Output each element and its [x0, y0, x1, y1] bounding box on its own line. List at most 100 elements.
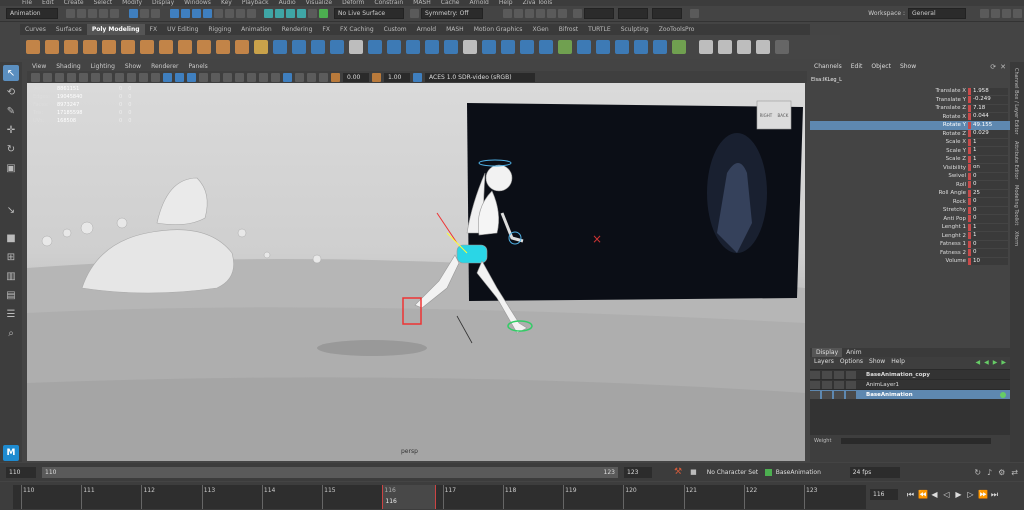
current-frame-marker[interactable]: 116: [382, 485, 437, 509]
shelf-tab-rigging[interactable]: Rigging: [203, 24, 236, 35]
gamma-field[interactable]: 1.00: [384, 72, 410, 82]
select-hierarchy-icon[interactable]: [129, 9, 138, 18]
channel-value-field[interactable]: 1.958: [971, 87, 1008, 95]
channelbox-icon-1[interactable]: ⟳: [990, 63, 996, 71]
channel-value-field[interactable]: 1: [971, 147, 1008, 155]
channel-name[interactable]: Scale Z: [810, 156, 968, 162]
target-weld-icon[interactable]: [558, 40, 572, 54]
outliner-icon[interactable]: ☰: [3, 306, 19, 322]
poly-sphere-icon[interactable]: [26, 40, 40, 54]
shelf-tab-bifrost[interactable]: Bifrost: [554, 24, 583, 35]
channel-row[interactable]: Rotate X 0.044: [810, 113, 1010, 122]
auto-key-icon[interactable]: ⚒: [674, 467, 682, 477]
layer-menu-help[interactable]: Help: [891, 357, 905, 367]
channel-name[interactable]: Rotate X: [810, 114, 968, 120]
channel-name[interactable]: Swivel: [810, 173, 968, 179]
channel-value-field[interactable]: 0: [971, 198, 1008, 206]
symmetry-dropdown[interactable]: Symmetry: Off: [421, 8, 483, 19]
solo-icon[interactable]: [822, 390, 832, 399]
layer-nav-icon-1[interactable]: ◀: [976, 359, 981, 366]
smooth-icon[interactable]: [311, 40, 325, 54]
channel-row[interactable]: Fatness 20: [810, 249, 1010, 258]
channel-value-field[interactable]: -0.249: [971, 96, 1008, 104]
panel-toggle-icon-2[interactable]: [1002, 9, 1011, 18]
z-field[interactable]: [652, 8, 682, 19]
film-gate-icon[interactable]: [91, 72, 100, 82]
make-hole-icon[interactable]: [463, 40, 477, 54]
shelf-tab-motion-graphics[interactable]: Motion Graphics: [469, 24, 528, 35]
move-tool-icon[interactable]: ✛: [3, 122, 19, 138]
mask-icon-1[interactable]: [170, 9, 179, 18]
mask-icon-6[interactable]: [225, 9, 234, 18]
channel-menu-object[interactable]: Object: [871, 62, 891, 72]
audio-icon[interactable]: ♪: [987, 468, 992, 477]
auto-uv-icon[interactable]: [653, 40, 667, 54]
offset-edge-loop-icon[interactable]: [539, 40, 553, 54]
solo-icon[interactable]: [822, 380, 832, 389]
channel-value-field[interactable]: 1: [971, 138, 1008, 146]
poly-pipe-icon[interactable]: [197, 40, 211, 54]
playback-range-slider[interactable]: 110 123: [42, 466, 618, 478]
play-backwards-icon[interactable]: ◁: [942, 490, 951, 499]
channel-row[interactable]: Swivel 0: [810, 172, 1010, 181]
render-view-icon[interactable]: [558, 9, 567, 18]
shelf-tab-poly-modeling[interactable]: Poly Modeling: [86, 24, 145, 35]
channel-value-field[interactable]: 49.155: [971, 121, 1008, 129]
svg-icon[interactable]: [254, 40, 268, 54]
panel-menu-lighting[interactable]: Lighting: [91, 62, 115, 71]
channel-row[interactable]: Stretchy 0: [810, 206, 1010, 215]
channelbox-icon-2[interactable]: ✕: [1000, 63, 1006, 71]
channel-name[interactable]: Scale Y: [810, 148, 968, 154]
channel-name[interactable]: Stretchy: [810, 207, 968, 213]
side-tab[interactable]: Channel Box / Layer Editor: [1013, 68, 1019, 135]
anim-layer-name[interactable]: BaseAnimation: [866, 392, 1000, 398]
mute-icon[interactable]: [834, 370, 844, 379]
anim-layer-row[interactable]: BaseAnimation_copy: [810, 369, 1010, 379]
select-tool-icon[interactable]: ↖: [3, 65, 19, 81]
step-forward-key-icon[interactable]: ⏩: [978, 490, 988, 499]
redo-icon[interactable]: [110, 9, 119, 18]
channel-name[interactable]: Translate Z: [810, 105, 968, 111]
bookmark-icon[interactable]: [55, 72, 64, 82]
maya-logo-icon[interactable]: M: [3, 445, 19, 461]
planar-uv-icon[interactable]: [634, 40, 648, 54]
shelf-tab-sculpting[interactable]: Sculpting: [616, 24, 654, 35]
side-tab[interactable]: Modeling Toolkit: [1013, 185, 1019, 225]
insert-edge-loop-icon[interactable]: [520, 40, 534, 54]
go-to-start-icon[interactable]: ⏮: [906, 490, 915, 499]
current-time-field[interactable]: 116: [870, 489, 898, 500]
channel-menu-show[interactable]: Show: [900, 62, 916, 72]
super-shape-icon[interactable]: [178, 40, 192, 54]
field-chart-icon[interactable]: [127, 72, 136, 82]
channel-menu-edit[interactable]: Edit: [851, 62, 863, 72]
curve-tool-icon[interactable]: [699, 40, 713, 54]
menuset-dropdown[interactable]: Animation: [6, 8, 58, 19]
mask-icon-8[interactable]: [247, 9, 256, 18]
ep-curve-icon[interactable]: [718, 40, 732, 54]
channel-row[interactable]: Lenght 11: [810, 223, 1010, 232]
viewcube[interactable]: RIGHT BACK: [757, 101, 791, 129]
collapse-icon[interactable]: [577, 40, 591, 54]
lock-icon[interactable]: [810, 390, 820, 399]
bridge-icon[interactable]: [387, 40, 401, 54]
camera-icon[interactable]: [31, 72, 40, 82]
channel-value-field[interactable]: 0.044: [971, 113, 1008, 121]
channel-row[interactable]: Translate Y -0.249: [810, 96, 1010, 105]
layer-nav-icon-3[interactable]: ▶: [993, 359, 998, 366]
key-icon[interactable]: ■: [690, 468, 697, 476]
channel-name[interactable]: Fatness 1: [810, 241, 968, 247]
append-icon[interactable]: [425, 40, 439, 54]
channel-name[interactable]: Roll Angle: [810, 190, 968, 196]
camera-attr-icon[interactable]: [43, 72, 52, 82]
channel-row[interactable]: Scale Y1: [810, 147, 1010, 156]
xray-icon[interactable]: [295, 72, 304, 82]
channel-value-field[interactable]: 1: [971, 155, 1008, 163]
lock-icon[interactable]: [810, 380, 820, 389]
channel-name[interactable]: Rock: [810, 199, 968, 205]
mirror-icon[interactable]: [349, 40, 363, 54]
select-object-icon[interactable]: [140, 9, 149, 18]
channel-name[interactable]: Roll: [810, 182, 968, 188]
channel-name[interactable]: Lenght 2: [810, 233, 968, 239]
shelf-tab-rendering[interactable]: Rendering: [277, 24, 318, 35]
gear-icon[interactable]: [980, 9, 989, 18]
